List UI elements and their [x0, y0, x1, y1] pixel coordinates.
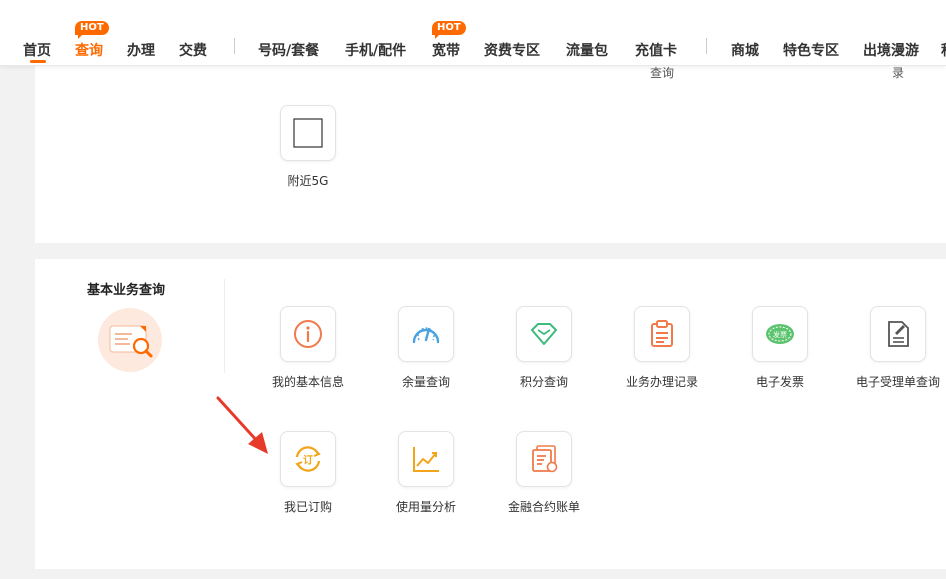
nav-item-handle[interactable]: 办理 — [127, 40, 155, 60]
service-label: 金融合约账单 — [507, 500, 580, 514]
service-e-receipt-query[interactable]: 电子受理单查询 — [838, 306, 946, 390]
document-search-icon — [98, 308, 162, 372]
nav-item-home[interactable]: 首页 — [23, 40, 51, 60]
nav-item-phone-accessory[interactable]: 手机/配件 — [345, 40, 406, 60]
nav-item-tariff[interactable]: 资费专区 — [484, 40, 540, 60]
nav-item-query[interactable]: 查询 — [75, 40, 103, 60]
invoice-icon: 发票 — [752, 306, 808, 362]
service-points-query[interactable]: 积分查询 — [484, 306, 604, 390]
service-business-record[interactable]: 业务办理记录 — [602, 306, 722, 390]
nav-separator — [706, 38, 707, 54]
info-icon — [280, 306, 336, 362]
service-balance-query[interactable]: 余量查询 — [366, 306, 486, 390]
diamond-icon — [516, 306, 572, 362]
nav-item-broadband[interactable]: 宽带 — [432, 40, 460, 60]
square-outline-icon — [280, 105, 336, 161]
subscription-icon-text: 订 — [303, 454, 313, 467]
service-card-top — [35, 66, 946, 243]
service-basic-info[interactable]: 我的基本信息 — [248, 306, 368, 390]
overflow-label: 录 — [892, 66, 905, 80]
nav-item-number-plan[interactable]: 号码/套餐 — [258, 40, 319, 60]
document-edit-icon — [870, 306, 926, 362]
nav-item-points-cut[interactable]: 积 — [941, 40, 946, 60]
nav-item-roaming[interactable]: 出境漫游 — [863, 40, 919, 60]
hot-badge: HOT — [75, 21, 109, 39]
nav-item-pay[interactable]: 交费 — [179, 40, 207, 60]
gauge-icon — [398, 306, 454, 362]
service-label: 使用量分析 — [395, 500, 456, 514]
service-label: 余量查询 — [401, 375, 450, 389]
service-label: 积分查询 — [519, 375, 568, 389]
clipboard-icon — [634, 306, 690, 362]
service-label: 我的基本信息 — [271, 375, 344, 389]
top-nav: 首页 HOT 查询 办理 交费 号码/套餐 手机/配件 HOT 宽带 资费专区 … — [0, 0, 946, 66]
hot-badge: HOT — [432, 21, 466, 39]
chart-icon — [398, 431, 454, 487]
invoice-icon-text: 发票 — [773, 330, 787, 339]
nav-active-underline — [30, 60, 46, 63]
service-label: 我已订购 — [283, 500, 332, 514]
section-title: 基本业务查询 — [87, 283, 166, 298]
service-label: 电子受理单查询 — [855, 375, 940, 389]
service-usage-analysis[interactable]: 使用量分析 — [366, 431, 486, 515]
subscription-icon: 订 — [280, 431, 336, 487]
nav-item-recharge-card[interactable]: 充值卡 — [635, 40, 677, 60]
service-label: 业务办理记录 — [625, 375, 698, 389]
nav-item-featured[interactable]: 特色专区 — [783, 40, 839, 60]
nav-item-data-pack[interactable]: 流量包 — [566, 40, 608, 60]
overflow-label: 查询 — [650, 66, 675, 80]
service-e-invoice[interactable]: 发票 电子发票 — [720, 306, 840, 390]
service-label: 电子发票 — [755, 375, 804, 389]
pointer-arrow-icon — [216, 396, 268, 454]
nav-separator — [234, 38, 235, 54]
service-financial-contract-bill[interactable]: 金融合约账单 — [484, 431, 604, 515]
nav-item-mall[interactable]: 商城 — [731, 40, 759, 60]
service-nearby-5g[interactable]: 附近5G — [248, 105, 368, 189]
section-divider — [224, 279, 225, 373]
service-label: 附近5G — [287, 174, 329, 188]
bill-icon — [516, 431, 572, 487]
